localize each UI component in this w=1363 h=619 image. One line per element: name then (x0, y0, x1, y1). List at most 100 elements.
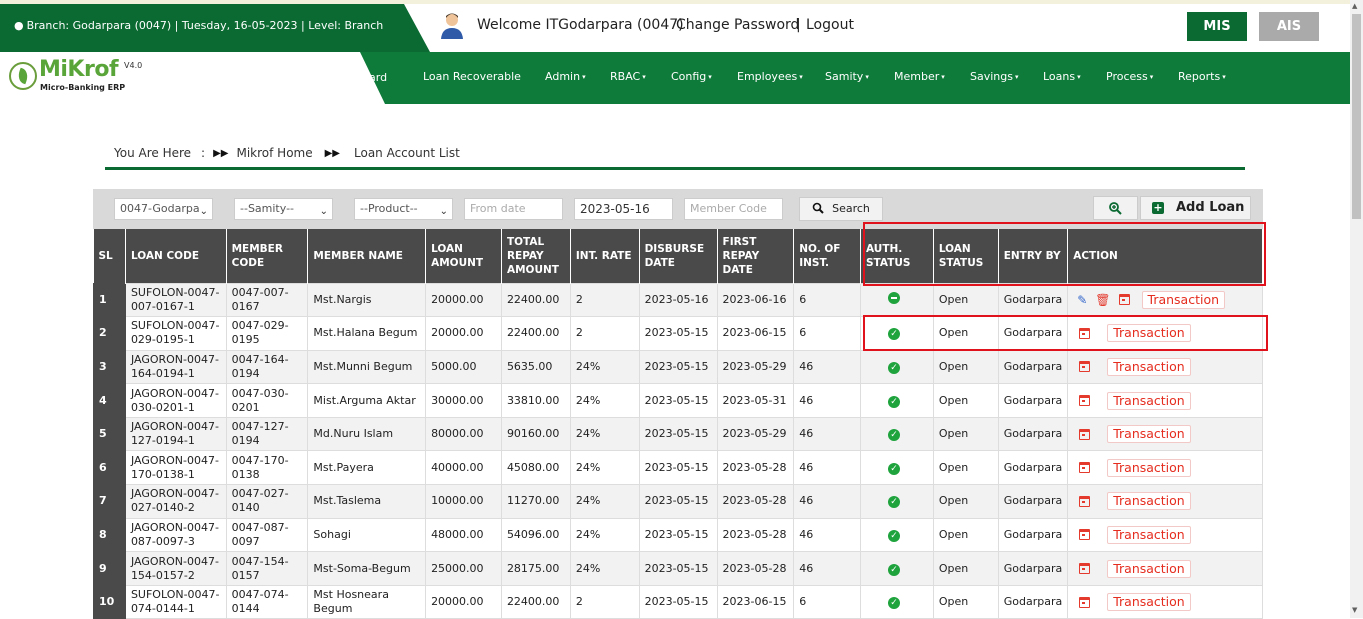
cell-disburse-date: 2023-05-15 (638, 316, 718, 351)
table-row: 3 JAGORON-0047-164-0194-1 0047-164-0194 Mst… (93, 349, 1263, 385)
calendar-icon[interactable] (1079, 327, 1091, 339)
change-password-link[interactable]: Change Password (676, 17, 799, 33)
nav-item-loans[interactable]: Loans ▾ (1043, 70, 1106, 83)
calendar-icon[interactable] (1079, 428, 1091, 440)
scroll-down-arrow-icon[interactable]: ▼ (1352, 606, 1357, 614)
ais-button[interactable]: AIS (1259, 12, 1319, 41)
cell-int-rate: 2 (569, 282, 640, 318)
nav-item-employees[interactable]: Employees ▾ (737, 70, 825, 83)
calendar-icon[interactable] (1079, 596, 1091, 608)
nav-item-loan-recoverable[interactable]: Loan Recoverable (423, 70, 545, 83)
cell-sl: 5 (93, 416, 126, 452)
col-header-no-of-inst[interactable]: NO. OF INST. (793, 229, 861, 283)
calendar-icon[interactable] (1079, 395, 1091, 407)
cell-sl: 9 (93, 551, 126, 586)
action-group: Transaction (1073, 492, 1257, 511)
member-code-input[interactable]: Member Code (684, 198, 783, 220)
cell-total-repay-amount: 33810.00 (500, 383, 571, 418)
cell-entry-by: Godarpara (997, 416, 1069, 452)
to-date-input[interactable]: 2023-05-16 (574, 198, 673, 220)
calendar-icon[interactable] (1079, 563, 1091, 575)
cell-first-repay-date: 2023-05-28 (716, 517, 795, 553)
cell-loan-code: JAGORON-0047-170-0138-1 (124, 450, 227, 486)
product-select[interactable]: --Product-- ⌄ (354, 198, 453, 220)
cell-loan-code: JAGORON-0047-030-0201-1 (124, 383, 227, 418)
cell-loan-amount: 80000.00 (425, 416, 502, 452)
col-header-loan-code[interactable]: LOAN CODE (125, 229, 227, 283)
col-header-member-name[interactable]: MEMBER NAME (307, 229, 427, 283)
col-header-total-repay[interactable]: TOTAL REPAY AMOUNT (501, 229, 571, 283)
table-row: 5 JAGORON-0047-127-0194-1 0047-127-0194 Md.… (93, 416, 1263, 452)
cell-no-of-inst: 46 (793, 484, 861, 519)
cell-int-rate: 24% (569, 551, 640, 586)
nav-item-process[interactable]: Process ▾ (1106, 70, 1178, 83)
col-header-loan-status[interactable]: LOAN STATUS (933, 229, 999, 283)
transaction-button[interactable]: Transaction (1107, 559, 1191, 578)
logo-name[interactable]: MiKrof (39, 57, 119, 82)
col-header-auth-status[interactable]: AUTH. STATUS (860, 229, 934, 283)
col-header-int-rate[interactable]: INT. RATE (570, 229, 640, 283)
nav-item-config[interactable]: Config ▾ (671, 70, 737, 83)
header-separator: | (796, 17, 801, 33)
zoom-search-button[interactable] (1093, 196, 1138, 220)
transaction-button[interactable]: Transaction (1107, 391, 1191, 410)
transaction-button[interactable]: Transaction (1141, 290, 1226, 309)
col-header-member-code[interactable]: MEMBER CODE (226, 229, 309, 283)
cell-auth-status: ✓ (859, 316, 934, 351)
cell-loan-code: JAGORON-0047-127-0194-1 (124, 416, 227, 452)
add-loan-button[interactable]: + Add Loan (1140, 196, 1251, 220)
cell-no-of-inst: 6 (793, 584, 861, 619)
cell-loan-amount: 10000.00 (425, 484, 502, 519)
transaction-button[interactable]: Transaction (1107, 324, 1191, 343)
loan-account-table: SL LOAN CODE MEMBER CODE MEMBER NAME LOA… (93, 229, 1263, 619)
samity-select[interactable]: --Samity-- ⌄ (234, 198, 333, 220)
calendar-icon[interactable] (1079, 361, 1091, 373)
nav-item-samity[interactable]: Samity ▾ (825, 70, 894, 83)
table-row: 2 SUFOLON-0047-029-0195-1 0047-029-0195 Mst… (93, 316, 1263, 351)
scroll-up-arrow-icon[interactable]: ▲ (1352, 2, 1357, 10)
cell-disburse-date: 2023-05-15 (638, 349, 718, 385)
cell-total-repay-amount: 22400.00 (500, 584, 571, 619)
col-header-disburse-date[interactable]: DISBURSE DATE (639, 229, 718, 283)
calendar-icon[interactable] (1079, 462, 1091, 474)
cell-total-repay-amount: 28175.00 (500, 551, 571, 586)
cell-member-name: Mst Hosneara Begum (307, 584, 427, 619)
from-date-input[interactable]: From date (464, 198, 563, 220)
caret-down-icon: ▾ (582, 73, 586, 81)
transaction-button[interactable]: Transaction (1107, 492, 1191, 511)
cell-loan-amount: 20000.00 (425, 282, 502, 318)
transaction-button[interactable]: Transaction (1107, 357, 1191, 376)
cell-disburse-date: 2023-05-15 (638, 484, 718, 519)
scrollbar-thumb[interactable] (1352, 14, 1361, 219)
branch-select[interactable]: 0047-Godarpa ⌄ (114, 198, 213, 220)
caret-down-icon: ▾ (708, 73, 712, 81)
col-header-loan-amount[interactable]: LOAN AMOUNT (425, 229, 502, 283)
nav-item-reports[interactable]: Reports ▾ (1178, 70, 1238, 83)
col-header-entry-by[interactable]: ENTRY BY (998, 229, 1069, 283)
calendar-icon[interactable] (1118, 294, 1130, 306)
cell-sl: 10 (93, 584, 126, 619)
cell-total-repay-amount: 5635.00 (500, 349, 571, 385)
table-row: 10 SUFOLON-0047-074-0144-1 0047-074-0144 Ms… (93, 584, 1263, 619)
cell-member-code: 0047-127-0194 (225, 416, 309, 452)
transaction-button[interactable]: Transaction (1107, 525, 1191, 544)
mis-button[interactable]: MIS (1187, 12, 1247, 41)
calendar-icon[interactable] (1079, 529, 1091, 541)
transaction-button[interactable]: Transaction (1107, 593, 1191, 612)
search-button[interactable]: Search (799, 197, 883, 221)
nav-item-savings[interactable]: Savings ▾ (970, 70, 1043, 83)
transaction-button[interactable]: Transaction (1107, 425, 1191, 444)
nav-item-member[interactable]: Member ▾ (894, 70, 970, 83)
cell-loan-status: Open (932, 450, 999, 486)
nav-item-rbac[interactable]: RBAC ▾ (610, 70, 671, 83)
cell-loan-amount: 20000.00 (425, 316, 502, 351)
double-chevron-right-icon: ▶▶ (213, 147, 229, 159)
trash-icon[interactable]: 🗑 (1095, 293, 1110, 307)
calendar-icon[interactable] (1079, 495, 1091, 507)
col-header-first-repay-date[interactable]: FIRST REPAY DATE (717, 229, 795, 283)
edit-icon[interactable]: ✎ (1077, 293, 1087, 307)
nav-item-admin[interactable]: Admin ▾ (545, 70, 610, 83)
breadcrumb-home-link[interactable]: Mikrof Home (236, 146, 312, 160)
logout-link[interactable]: Logout (806, 17, 854, 33)
transaction-button[interactable]: Transaction (1107, 458, 1191, 477)
